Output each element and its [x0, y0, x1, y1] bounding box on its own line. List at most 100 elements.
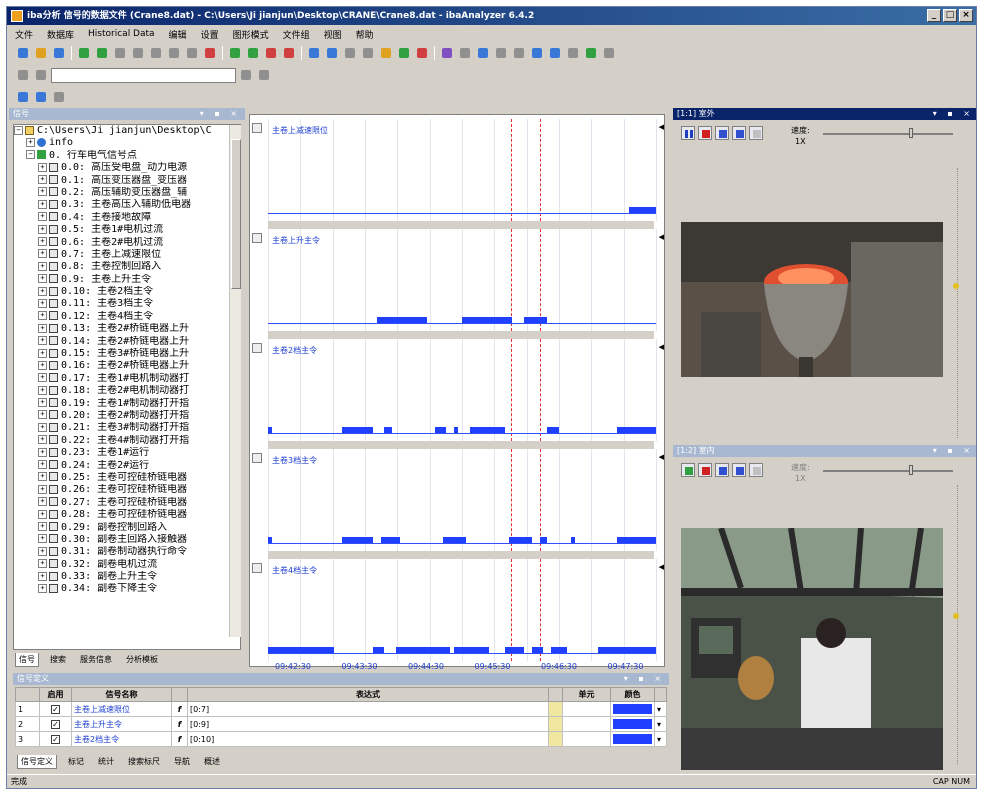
page-icon[interactable] [15, 89, 31, 105]
tree-signal-item[interactable]: +0.25: 主卷可控硅桥链电器 [14, 472, 240, 484]
fft-icon[interactable] [166, 45, 182, 61]
color-dropdown-icon[interactable]: ▾ [654, 701, 667, 717]
apply-icon[interactable] [238, 67, 254, 83]
tree-signal-item[interactable]: +0.3: 主卷高压入辅助低电器 [14, 199, 240, 211]
tab-overview[interactable]: 概述 [201, 755, 223, 769]
help-icon[interactable] [256, 67, 272, 83]
chart-menu-icon[interactable] [252, 233, 262, 243]
expand-icon[interactable]: + [38, 311, 47, 321]
copy-icon[interactable] [306, 45, 322, 61]
collapse-arrow-icon[interactable]: ◀ [659, 123, 664, 131]
expand-icon[interactable]: + [38, 187, 47, 197]
tree-signal-item[interactable]: +0.8: 主卷控制回路入 [14, 261, 240, 273]
tree-signal-item[interactable]: +0.15: 主卷3#桥链电器上升 [14, 348, 240, 360]
minimize-button[interactable]: _ [927, 9, 941, 22]
fx-icon[interactable]: f [171, 701, 188, 717]
panel-controls[interactable]: ▾ ▪ × [200, 108, 241, 120]
signal-name[interactable]: 主卷上减速限位 [71, 701, 172, 717]
video-position-slider[interactable] [953, 168, 967, 438]
curve-icon[interactable] [583, 45, 599, 61]
next-frame-button[interactable] [732, 463, 746, 477]
chart-menu-icon[interactable] [252, 453, 262, 463]
time-marker-line[interactable] [510, 339, 512, 441]
expand-icon[interactable]: + [38, 460, 47, 470]
tree-signal-item[interactable]: +0.5: 主卷1#电机过流 [14, 224, 240, 236]
expand-icon[interactable]: + [38, 360, 47, 370]
collapse-arrow-icon[interactable]: ◀ [659, 453, 664, 461]
color-cell[interactable] [610, 716, 655, 732]
enable-checkbox[interactable]: ✓ [51, 719, 60, 729]
video-position-slider[interactable] [953, 485, 967, 765]
expand-icon[interactable]: + [38, 546, 47, 556]
chart-menu-icon[interactable] [252, 343, 262, 353]
xy-graph-icon[interactable] [130, 45, 146, 61]
unit-cell[interactable] [562, 716, 611, 732]
expression-cell[interactable]: [0:10] [187, 731, 549, 747]
open-folder-icon[interactable] [94, 45, 110, 61]
tree-info[interactable]: + info [14, 137, 240, 149]
tab-navigation[interactable]: 导航 [171, 755, 193, 769]
tree-signal-item[interactable]: +0.34: 副卷下降主令 [14, 583, 240, 595]
zoom-in-icon[interactable] [227, 45, 243, 61]
expand-icon[interactable]: + [38, 336, 47, 346]
doc-icon[interactable] [15, 67, 31, 83]
grid-icon[interactable] [112, 45, 128, 61]
expand-icon[interactable]: + [38, 175, 47, 185]
unit-picker-icon[interactable] [548, 731, 563, 747]
clock-icon[interactable] [529, 45, 545, 61]
expand-icon[interactable]: + [38, 323, 47, 333]
tab-signals[interactable]: 信号 [15, 653, 39, 667]
trend-icon[interactable] [148, 45, 164, 61]
tree-signal-item[interactable]: +0.32: 副卷电机过流 [14, 559, 240, 571]
new-icon[interactable] [15, 45, 31, 61]
time-marker-line[interactable] [539, 339, 541, 441]
chart-type-icon[interactable] [547, 45, 563, 61]
menu-file[interactable]: 文件 [13, 28, 35, 41]
expand-icon[interactable]: + [38, 249, 47, 259]
paste-icon[interactable] [324, 45, 340, 61]
tree-signal-item[interactable]: +0.14: 主卷2#桥链电器上升 [14, 336, 240, 348]
tree-signal-item[interactable]: +0.17: 主卷1#电机制动器打 [14, 373, 240, 385]
expand-icon[interactable]: + [38, 212, 47, 222]
tree-signal-item[interactable]: +0.24: 主卷2#运行 [14, 460, 240, 472]
collapse-icon[interactable]: − [26, 150, 35, 160]
tree-signal-item[interactable]: +0.19: 主卷1#制动器打开指 [14, 398, 240, 410]
position-indicator[interactable] [953, 283, 959, 289]
chart-separator[interactable] [268, 551, 654, 559]
expand-icon[interactable]: + [38, 385, 47, 395]
ruler-icon[interactable] [511, 45, 527, 61]
tree-signal-item[interactable]: +0.21: 主卷3#制动器打开指 [14, 422, 240, 434]
tree-signal-item[interactable]: +0.11: 主卷3档主令 [14, 298, 240, 310]
signal-name[interactable]: 主卷上升主令 [71, 716, 172, 732]
time-marker-line[interactable] [539, 119, 541, 221]
scroll-thumb[interactable] [231, 139, 241, 289]
page-next-icon[interactable] [33, 89, 49, 105]
tree-signal-item[interactable]: +0.30: 副卷主回路入接触器 [14, 534, 240, 546]
unit-cell[interactable] [562, 701, 611, 717]
signal-chart[interactable]: 主卷上减速限位 ◀ [250, 119, 666, 221]
tab-markers[interactable]: 标记 [65, 755, 87, 769]
expand-icon[interactable]: + [26, 137, 35, 147]
tree-signal-item[interactable]: +0.12: 主卷4档主令 [14, 311, 240, 323]
menu-help[interactable]: 帮助 [354, 28, 376, 41]
redo-icon[interactable] [360, 45, 376, 61]
expand-icon[interactable]: + [38, 583, 47, 593]
expand-icon[interactable]: + [38, 274, 47, 284]
measure-icon[interactable] [475, 45, 491, 61]
unit-cell[interactable] [562, 731, 611, 747]
menu-historical[interactable]: Historical Data [86, 29, 157, 39]
fx-icon[interactable]: f [171, 731, 188, 747]
tree-signal-item[interactable]: +0.0: 高压受电盘_动力电源 [14, 162, 240, 174]
expression-cell[interactable]: [0:7] [187, 701, 549, 717]
tree-signal-item[interactable]: +0.22: 主卷4#制动器打开指 [14, 435, 240, 447]
table-row[interactable]: 3 ✓ 主卷2档主令 f [0:10] ▾ [15, 731, 667, 747]
tab-search[interactable]: 搜索 [47, 653, 69, 667]
expand-icon[interactable]: + [38, 162, 47, 172]
tree-signal-item[interactable]: +0.26: 主卷可控硅桥链电器 [14, 484, 240, 496]
report-icon[interactable] [414, 45, 430, 61]
maximize-button[interactable]: □ [943, 9, 957, 22]
refresh-icon[interactable] [378, 45, 394, 61]
color-swatch[interactable] [613, 719, 652, 729]
tree-signal-item[interactable]: +0.4: 主卷接地故障 [14, 212, 240, 224]
undo-icon[interactable] [342, 45, 358, 61]
